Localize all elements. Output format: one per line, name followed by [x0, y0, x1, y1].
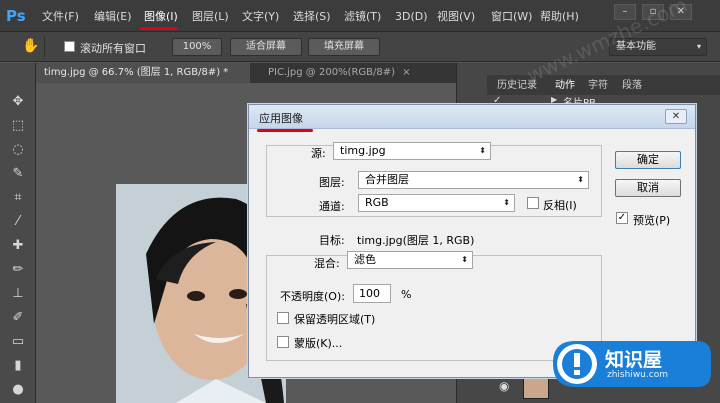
- source-value: timg.jpg: [340, 144, 386, 157]
- tab-paragraph[interactable]: 段落: [622, 77, 642, 94]
- menu-layer[interactable]: 图层(L): [192, 9, 229, 25]
- fill-screen-button[interactable]: 填充屏幕: [308, 38, 380, 56]
- badge-brand: 知识屋: [605, 349, 663, 371]
- badge-url: zhishiwu.com: [607, 370, 668, 380]
- dialog-titlebar[interactable]: 应用图像 ✕: [249, 105, 695, 129]
- crop-tool-icon[interactable]: ⌗: [9, 189, 27, 207]
- select-arrows-icon: ⬍: [503, 198, 510, 207]
- document-tabs: timg.jpg @ 66.7% (图层 1, RGB/8#) * PIC.jp…: [36, 63, 456, 83]
- tab-character[interactable]: 字符: [588, 77, 608, 94]
- menu-highlight-underline: [140, 27, 178, 30]
- target-value: timg.jpg(图层 1, RGB): [357, 234, 475, 247]
- menu-edit[interactable]: 编辑(E): [94, 9, 132, 25]
- tab-pic-close-icon[interactable]: ×: [402, 67, 410, 78]
- lasso-tool-icon[interactable]: ◌: [9, 141, 27, 159]
- layer-select[interactable]: 合并图层 ⬍: [358, 171, 589, 189]
- preview-label: 预览(P): [633, 214, 671, 227]
- gradient-tool-icon[interactable]: ▮: [9, 357, 27, 375]
- layer-visibility-eye-icon[interactable]: ◉: [499, 379, 509, 393]
- dialog-close-icon[interactable]: ✕: [665, 109, 687, 124]
- scroll-all-windows-checkbox[interactable]: [64, 41, 75, 52]
- channel-value: RGB: [365, 196, 389, 209]
- title-highlight-underline: [257, 129, 313, 132]
- photoshop-logo: Ps: [6, 7, 26, 25]
- invert-label: 反相(I): [543, 199, 577, 212]
- watermark-badge: 知识屋 zhishiwu.com: [545, 333, 715, 393]
- tab-pic[interactable]: PIC.jpg @ 200%(RGB/8#) ×: [260, 63, 456, 83]
- history-brush-tool-icon[interactable]: ✐: [9, 309, 27, 327]
- dialog-title: 应用图像: [259, 112, 303, 125]
- divider: [44, 37, 45, 57]
- healing-brush-tool-icon[interactable]: ✚: [9, 237, 27, 255]
- layer-value: 合并图层: [365, 173, 409, 186]
- zoom-100-button[interactable]: 100%: [172, 38, 222, 56]
- tab-actions[interactable]: 动作: [555, 77, 575, 94]
- tab-timg[interactable]: timg.jpg @ 66.7% (图层 1, RGB/8#) *: [36, 63, 250, 83]
- opacity-input[interactable]: 100: [353, 284, 391, 303]
- move-tool-icon[interactable]: ✥: [9, 93, 27, 111]
- mask-label: 蒙版(K)...: [294, 337, 343, 350]
- opacity-unit: %: [401, 288, 412, 301]
- stamp-tool-icon[interactable]: ⊥: [9, 285, 27, 303]
- source-label: 源:: [311, 147, 326, 160]
- fit-screen-button[interactable]: 适合屏幕: [230, 38, 302, 56]
- menu-type[interactable]: 文字(Y): [242, 9, 279, 25]
- brush-tool-icon[interactable]: ✏: [9, 261, 27, 279]
- eraser-tool-icon[interactable]: ▭: [9, 333, 27, 351]
- select-arrows-icon: ⬍: [479, 146, 486, 155]
- source-select[interactable]: timg.jpg ⬍: [333, 142, 491, 160]
- tab-pic-label: PIC.jpg @ 200%(RGB/8#): [268, 67, 396, 78]
- blend-label: 混合:: [314, 257, 340, 270]
- menu-help[interactable]: 帮助(H): [540, 9, 579, 25]
- channel-select[interactable]: RGB ⬍: [358, 194, 515, 212]
- menu-select[interactable]: 选择(S): [293, 9, 331, 25]
- opacity-label: 不透明度(O):: [280, 290, 345, 303]
- eyedropper-tool-icon[interactable]: ⁄: [9, 213, 27, 231]
- blend-select[interactable]: 滤色 ⬍: [347, 251, 473, 269]
- tool-panel: ✥ ⬚ ◌ ✎ ⌗ ⁄ ✚ ✏ ⊥ ✐ ▭ ▮ ●: [0, 63, 36, 403]
- select-arrows-icon: ⬍: [577, 175, 584, 184]
- channel-label: 通道:: [319, 200, 345, 213]
- blur-tool-icon[interactable]: ●: [9, 381, 27, 399]
- select-arrows-icon: ⬍: [461, 255, 468, 264]
- expand-triangle-icon[interactable]: ▶: [551, 95, 557, 104]
- ok-button[interactable]: 确定: [615, 151, 681, 169]
- chevron-down-icon: ▾: [696, 42, 701, 51]
- cancel-button[interactable]: 取消: [615, 179, 681, 197]
- blend-value: 滤色: [354, 253, 376, 266]
- menu-window[interactable]: 窗口(W): [491, 9, 532, 25]
- menu-image[interactable]: 图像(I): [144, 9, 178, 25]
- menu-file[interactable]: 文件(F): [42, 9, 79, 25]
- tab-timg-label: timg.jpg @ 66.7% (图层 1, RGB/8#) *: [44, 67, 229, 78]
- menu-3d[interactable]: 3D(D): [395, 9, 428, 25]
- preserve-transparency-checkbox[interactable]: [277, 312, 289, 324]
- scroll-all-windows-label: 滚动所有窗口: [80, 42, 146, 55]
- layer-label: 图层:: [319, 176, 345, 189]
- menu-view[interactable]: 视图(V): [437, 9, 475, 25]
- menu-filter[interactable]: 滤镜(T): [344, 9, 381, 25]
- marquee-tool-icon[interactable]: ⬚: [9, 117, 27, 135]
- target-label: 目标:: [319, 234, 345, 247]
- preserve-transparency-label: 保留透明区域(T): [294, 313, 376, 326]
- mask-checkbox[interactable]: [277, 336, 289, 348]
- preview-checkbox[interactable]: ✓: [616, 212, 628, 224]
- invert-checkbox[interactable]: [527, 197, 539, 209]
- quick-select-tool-icon[interactable]: ✎: [9, 165, 27, 183]
- hand-tool-icon[interactable]: ✋: [22, 38, 39, 54]
